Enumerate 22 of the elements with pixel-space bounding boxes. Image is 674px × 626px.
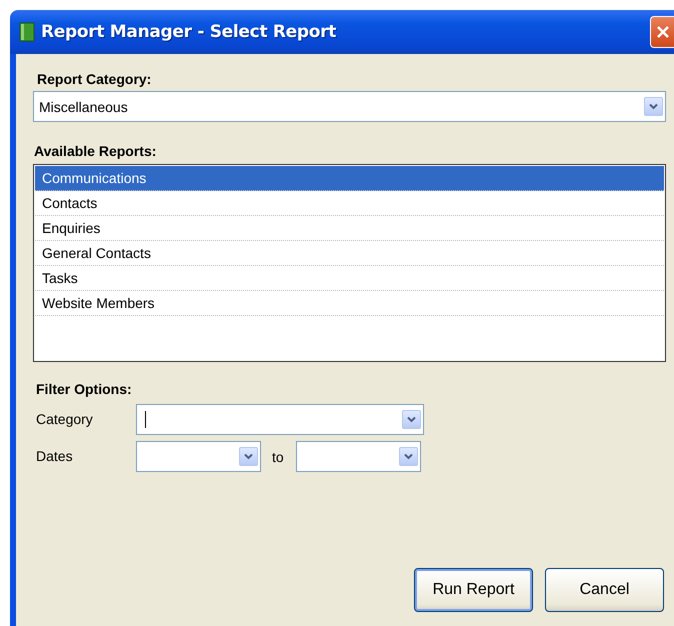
date-from-dropdown[interactable] [136,441,261,472]
report-category-dropdown[interactable]: Miscellaneous [33,91,666,122]
list-item[interactable]: Communications [35,166,664,191]
list-item[interactable]: Contacts [35,191,664,216]
section-label: Filter Options: [36,380,133,398]
list-item[interactable]: General Contacts [35,241,664,266]
close-button[interactable] [650,16,674,48]
window-title: Report Manager - Select Report [41,22,338,42]
field-label: Report Category: [37,70,152,88]
list-item[interactable]: Tasks [35,266,664,291]
field-label: Category [36,410,93,428]
dialog-button[interactable]: Run Report [414,568,533,612]
list-item[interactable]: Website Members [35,291,664,316]
field-label: Dates [36,447,73,465]
list-label: Available Reports: [34,142,158,160]
list-item[interactable]: Enquiries [35,216,664,241]
close-icon [655,24,671,40]
book-icon [19,22,35,42]
category-dropdown[interactable] [136,404,424,435]
date-to-dropdown[interactable] [296,441,421,472]
separator-label: to [272,448,284,466]
dialog-button[interactable]: Cancel [545,568,664,612]
